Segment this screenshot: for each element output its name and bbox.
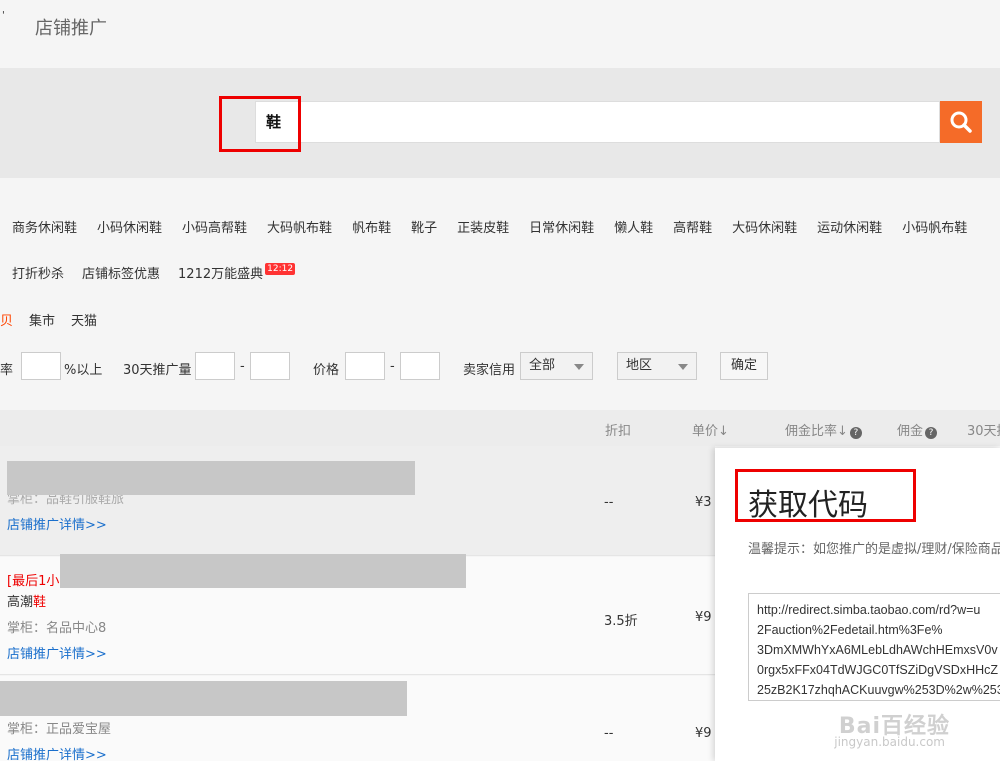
shop-detail-link[interactable]: 店铺推广详情>> — [7, 643, 107, 662]
highlight-box-popup-title — [735, 469, 916, 522]
promo-max-input[interactable] — [250, 352, 290, 380]
header-commission-rate-label: 佣金比率 — [785, 424, 838, 439]
header-discount[interactable]: 折扣 — [605, 420, 631, 439]
shop-detail-link[interactable]: 店铺推广详情>> — [7, 514, 107, 533]
rate-label: 率 — [0, 363, 14, 378]
rate-suffix: %以上 — [64, 363, 103, 378]
keyword-tag[interactable]: 大码休闲鞋 — [732, 221, 797, 236]
source-tab[interactable]: 贝 — [0, 314, 13, 329]
sort-down-icon: ↓ — [837, 424, 848, 439]
header-commission-label: 佣金 — [897, 424, 924, 439]
credit-label: 卖家信用 — [463, 363, 516, 378]
header-commission-rate[interactable]: 佣金比率↓? — [785, 420, 862, 439]
source-tab[interactable]: 天猫 — [71, 314, 97, 329]
chevron-down-icon — [574, 364, 584, 370]
redacted-title — [60, 554, 466, 588]
discount-cell: -- — [604, 726, 614, 741]
chevron-down-icon — [678, 364, 688, 370]
promo-tags: 打折秒杀 店铺标签优惠 1212万能盛典 12:12 — [12, 263, 331, 282]
shop-owner: 掌柜：正品爱宝屋 — [7, 722, 112, 737]
credit-select-value: 全部 — [529, 358, 556, 373]
item-title[interactable]: 高潮鞋 — [7, 591, 46, 610]
watermark-url: jingyan.baidu.com — [834, 735, 945, 749]
price-dash: - — [390, 359, 395, 374]
search-button[interactable] — [940, 101, 982, 143]
corner-mark: ' — [2, 10, 5, 21]
confirm-button[interactable]: 确定 — [720, 352, 769, 380]
promo-tag[interactable]: 店铺标签优惠 — [82, 267, 160, 282]
popup-hint: 温馨提示：如您推广的是虚拟/理财/保险商品 — [748, 542, 1000, 557]
price-label: 价格 — [313, 363, 340, 378]
table-header: 折扣 单价↓ 佣金比率↓? 佣金? 30天推 — [0, 410, 1000, 446]
region-select-value: 地区 — [626, 358, 653, 373]
redacted-title — [0, 681, 407, 716]
region-select[interactable]: 地区 — [617, 352, 697, 380]
price-cell: ¥9 — [695, 610, 712, 625]
discount-cell: -- — [604, 495, 614, 510]
credit-select[interactable]: 全部 — [520, 352, 593, 380]
shop-detail-link[interactable]: 店铺推广详情>> — [7, 744, 107, 761]
header-price-label: 单价 — [692, 424, 719, 439]
price-cell: ¥9 — [695, 726, 712, 741]
promo-tag[interactable]: 1212万能盛典 12:12 — [178, 263, 313, 282]
keyword-tag[interactable]: 小码休闲鞋 — [97, 221, 162, 236]
header-price[interactable]: 单价↓ — [692, 420, 729, 439]
item-prefix: [最后1小 — [7, 574, 60, 589]
keyword-tag[interactable]: 高帮鞋 — [673, 221, 712, 236]
page-title: 店铺推广 — [35, 18, 107, 39]
price-max-input[interactable] — [400, 352, 440, 380]
keyword-tag[interactable]: 懒人鞋 — [614, 221, 653, 236]
table-row: 掌柜：品鞋引服鞋旅 店铺推广详情>> -- ¥3 — [0, 446, 715, 556]
keyword-tag[interactable]: 商务休闲鞋 — [12, 221, 77, 236]
table-row: [最后1小 高潮鞋 掌柜：名品中心8 店铺推广详情>> 3.5折 ¥9 — [0, 554, 715, 675]
page: ' 店铺推广 鞋 商务休闲鞋 小码休闲鞋 小码高帮鞋 大码帆布鞋 帆布鞋 靴子 正装皮鞋 日常… — [0, 0, 1000, 761]
search-input[interactable] — [255, 101, 940, 143]
redacted-title-overlay — [7, 461, 415, 495]
keyword-tag[interactable]: 小码帆布鞋 — [902, 221, 967, 236]
discount-cell: 3.5折 — [604, 614, 638, 629]
price-cell: ¥3 — [695, 495, 712, 510]
event-badge: 12:12 — [265, 263, 296, 275]
source-tabs: 贝 集市 天猫 — [0, 310, 113, 329]
promo-label: 30天推广量 — [123, 363, 192, 378]
highlight-box-search — [219, 96, 301, 152]
table-row: 掌柜：正品爱宝屋 店铺推广详情>> -- ¥9 — [0, 676, 715, 761]
keyword-tags: 商务休闲鞋 小码休闲鞋 小码高帮鞋 大码帆布鞋 帆布鞋 靴子 正装皮鞋 日常休闲鞋 懒人鞋 高帮鞋… — [12, 217, 1000, 237]
rate-input[interactable] — [21, 352, 61, 380]
keyword-tag[interactable]: 小码高帮鞋 — [182, 221, 247, 236]
source-tab[interactable]: 集市 — [29, 314, 55, 329]
keyword-tag[interactable]: 正装皮鞋 — [457, 221, 509, 236]
keyword-tag[interactable]: 大码帆布鞋 — [267, 221, 332, 236]
header-commission[interactable]: 佣金? — [897, 420, 938, 439]
keyword-tag[interactable]: 运动休闲鞋 — [817, 221, 882, 236]
promo-tag[interactable]: 打折秒杀 — [12, 267, 64, 282]
help-icon[interactable]: ? — [849, 427, 862, 439]
item-title-keyword: 鞋 — [33, 595, 47, 610]
keyword-tag[interactable]: 帆布鞋 — [352, 221, 391, 236]
promo-min-input[interactable] — [195, 352, 235, 380]
promo-dash: - — [240, 359, 245, 374]
shop-owner: 掌柜：名品中心8 — [7, 621, 107, 636]
keyword-tag[interactable]: 靴子 — [411, 221, 437, 236]
search-icon — [950, 111, 972, 133]
code-textarea[interactable]: http://redirect.simba.taobao.com/rd?w=u … — [748, 593, 1000, 701]
help-icon[interactable]: ? — [925, 427, 938, 439]
header-promo30[interactable]: 30天推 — [967, 420, 1000, 439]
price-min-input[interactable] — [345, 352, 385, 380]
keyword-tag[interactable]: 日常休闲鞋 — [529, 221, 594, 236]
sort-down-icon: ↓ — [718, 424, 729, 439]
item-title-text: 高潮 — [7, 595, 34, 610]
